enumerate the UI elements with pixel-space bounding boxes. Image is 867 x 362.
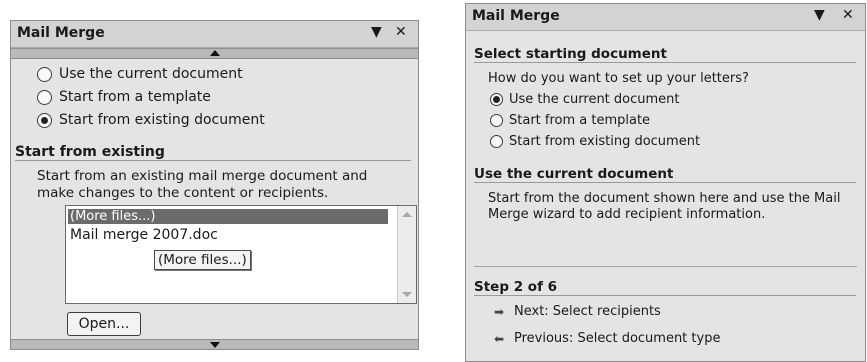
option-label: Start from a template	[509, 113, 651, 128]
close-icon[interactable]: ✕	[395, 24, 407, 40]
radio-button[interactable]	[490, 114, 503, 127]
previous-step-link[interactable]: ⬅ Previous: Select document type	[494, 331, 720, 346]
mail-merge-task-pane-left: Mail Merge ▼ ✕ Use the current document …	[10, 20, 419, 350]
scroll-up-strip[interactable]	[11, 48, 418, 59]
use-description: Start from the document shown here and u…	[488, 191, 841, 222]
radio-button[interactable]	[37, 66, 52, 82]
section-description: Start from an existing mail merge docume…	[37, 168, 368, 201]
dropdown-arrow-icon[interactable]: ▼	[371, 24, 382, 40]
dropdown-arrow-icon[interactable]: ▼	[814, 7, 825, 23]
option-label: Use the current document	[59, 66, 243, 82]
option-start-from-template[interactable]: Start from a template	[37, 89, 211, 105]
heading-use-current-document: Use the current document	[474, 166, 856, 183]
scroll-down-strip[interactable]	[11, 339, 418, 350]
section-heading: Start from existing	[15, 144, 411, 161]
list-item[interactable]: Mail merge 2007.doc	[70, 227, 218, 243]
left-arrow-icon: ⬅	[494, 331, 505, 346]
mail-merge-task-pane-right: Mail Merge ▼ ✕ Select starting document …	[465, 3, 866, 362]
scroll-up-icon	[209, 50, 220, 56]
list-item-selected[interactable]: (More files...)	[68, 209, 388, 224]
option-label: Start from existing document	[59, 112, 265, 128]
option-start-from-template[interactable]: Start from a template	[490, 113, 650, 128]
option-use-current-document[interactable]: Use the current document	[37, 66, 243, 82]
next-step-link[interactable]: ➡ Next: Select recipients	[494, 304, 661, 319]
heading-select-starting-document: Select starting document	[474, 46, 856, 63]
option-use-current-document[interactable]: Use the current document	[490, 92, 680, 107]
radio-button[interactable]	[490, 135, 503, 148]
option-label: Use the current document	[509, 92, 680, 107]
task-pane-title: Mail Merge	[472, 8, 560, 24]
previous-step-label: Previous: Select document type	[514, 331, 721, 346]
option-start-from-existing[interactable]: Start from existing document	[490, 134, 700, 149]
divider	[474, 266, 857, 267]
tooltip: (More files...)	[154, 250, 251, 270]
close-icon[interactable]: ✕	[842, 7, 854, 23]
task-pane-title: Mail Merge	[17, 25, 105, 41]
scroll-down-icon	[209, 342, 220, 348]
list-scrollbar[interactable]	[397, 206, 416, 303]
task-pane-title-bar: Mail Merge ▼ ✕	[466, 4, 865, 31]
radio-button[interactable]	[37, 89, 52, 105]
scroll-down-icon[interactable]	[402, 292, 412, 297]
radio-button[interactable]	[37, 112, 52, 128]
setup-question: How do you want to set up your letters?	[488, 71, 749, 86]
next-step-label: Next: Select recipients	[514, 304, 661, 319]
task-pane-title-bar: Mail Merge ▼ ✕	[11, 21, 418, 48]
option-start-from-existing[interactable]: Start from existing document	[37, 112, 265, 128]
right-arrow-icon: ➡	[494, 304, 505, 319]
scroll-up-icon[interactable]	[402, 212, 412, 217]
step-indicator: Step 2 of 6	[474, 279, 856, 296]
open-button[interactable]: Open...	[67, 312, 141, 336]
option-label: Start from existing document	[509, 134, 701, 149]
radio-button[interactable]	[490, 93, 503, 106]
option-label: Start from a template	[59, 89, 211, 105]
